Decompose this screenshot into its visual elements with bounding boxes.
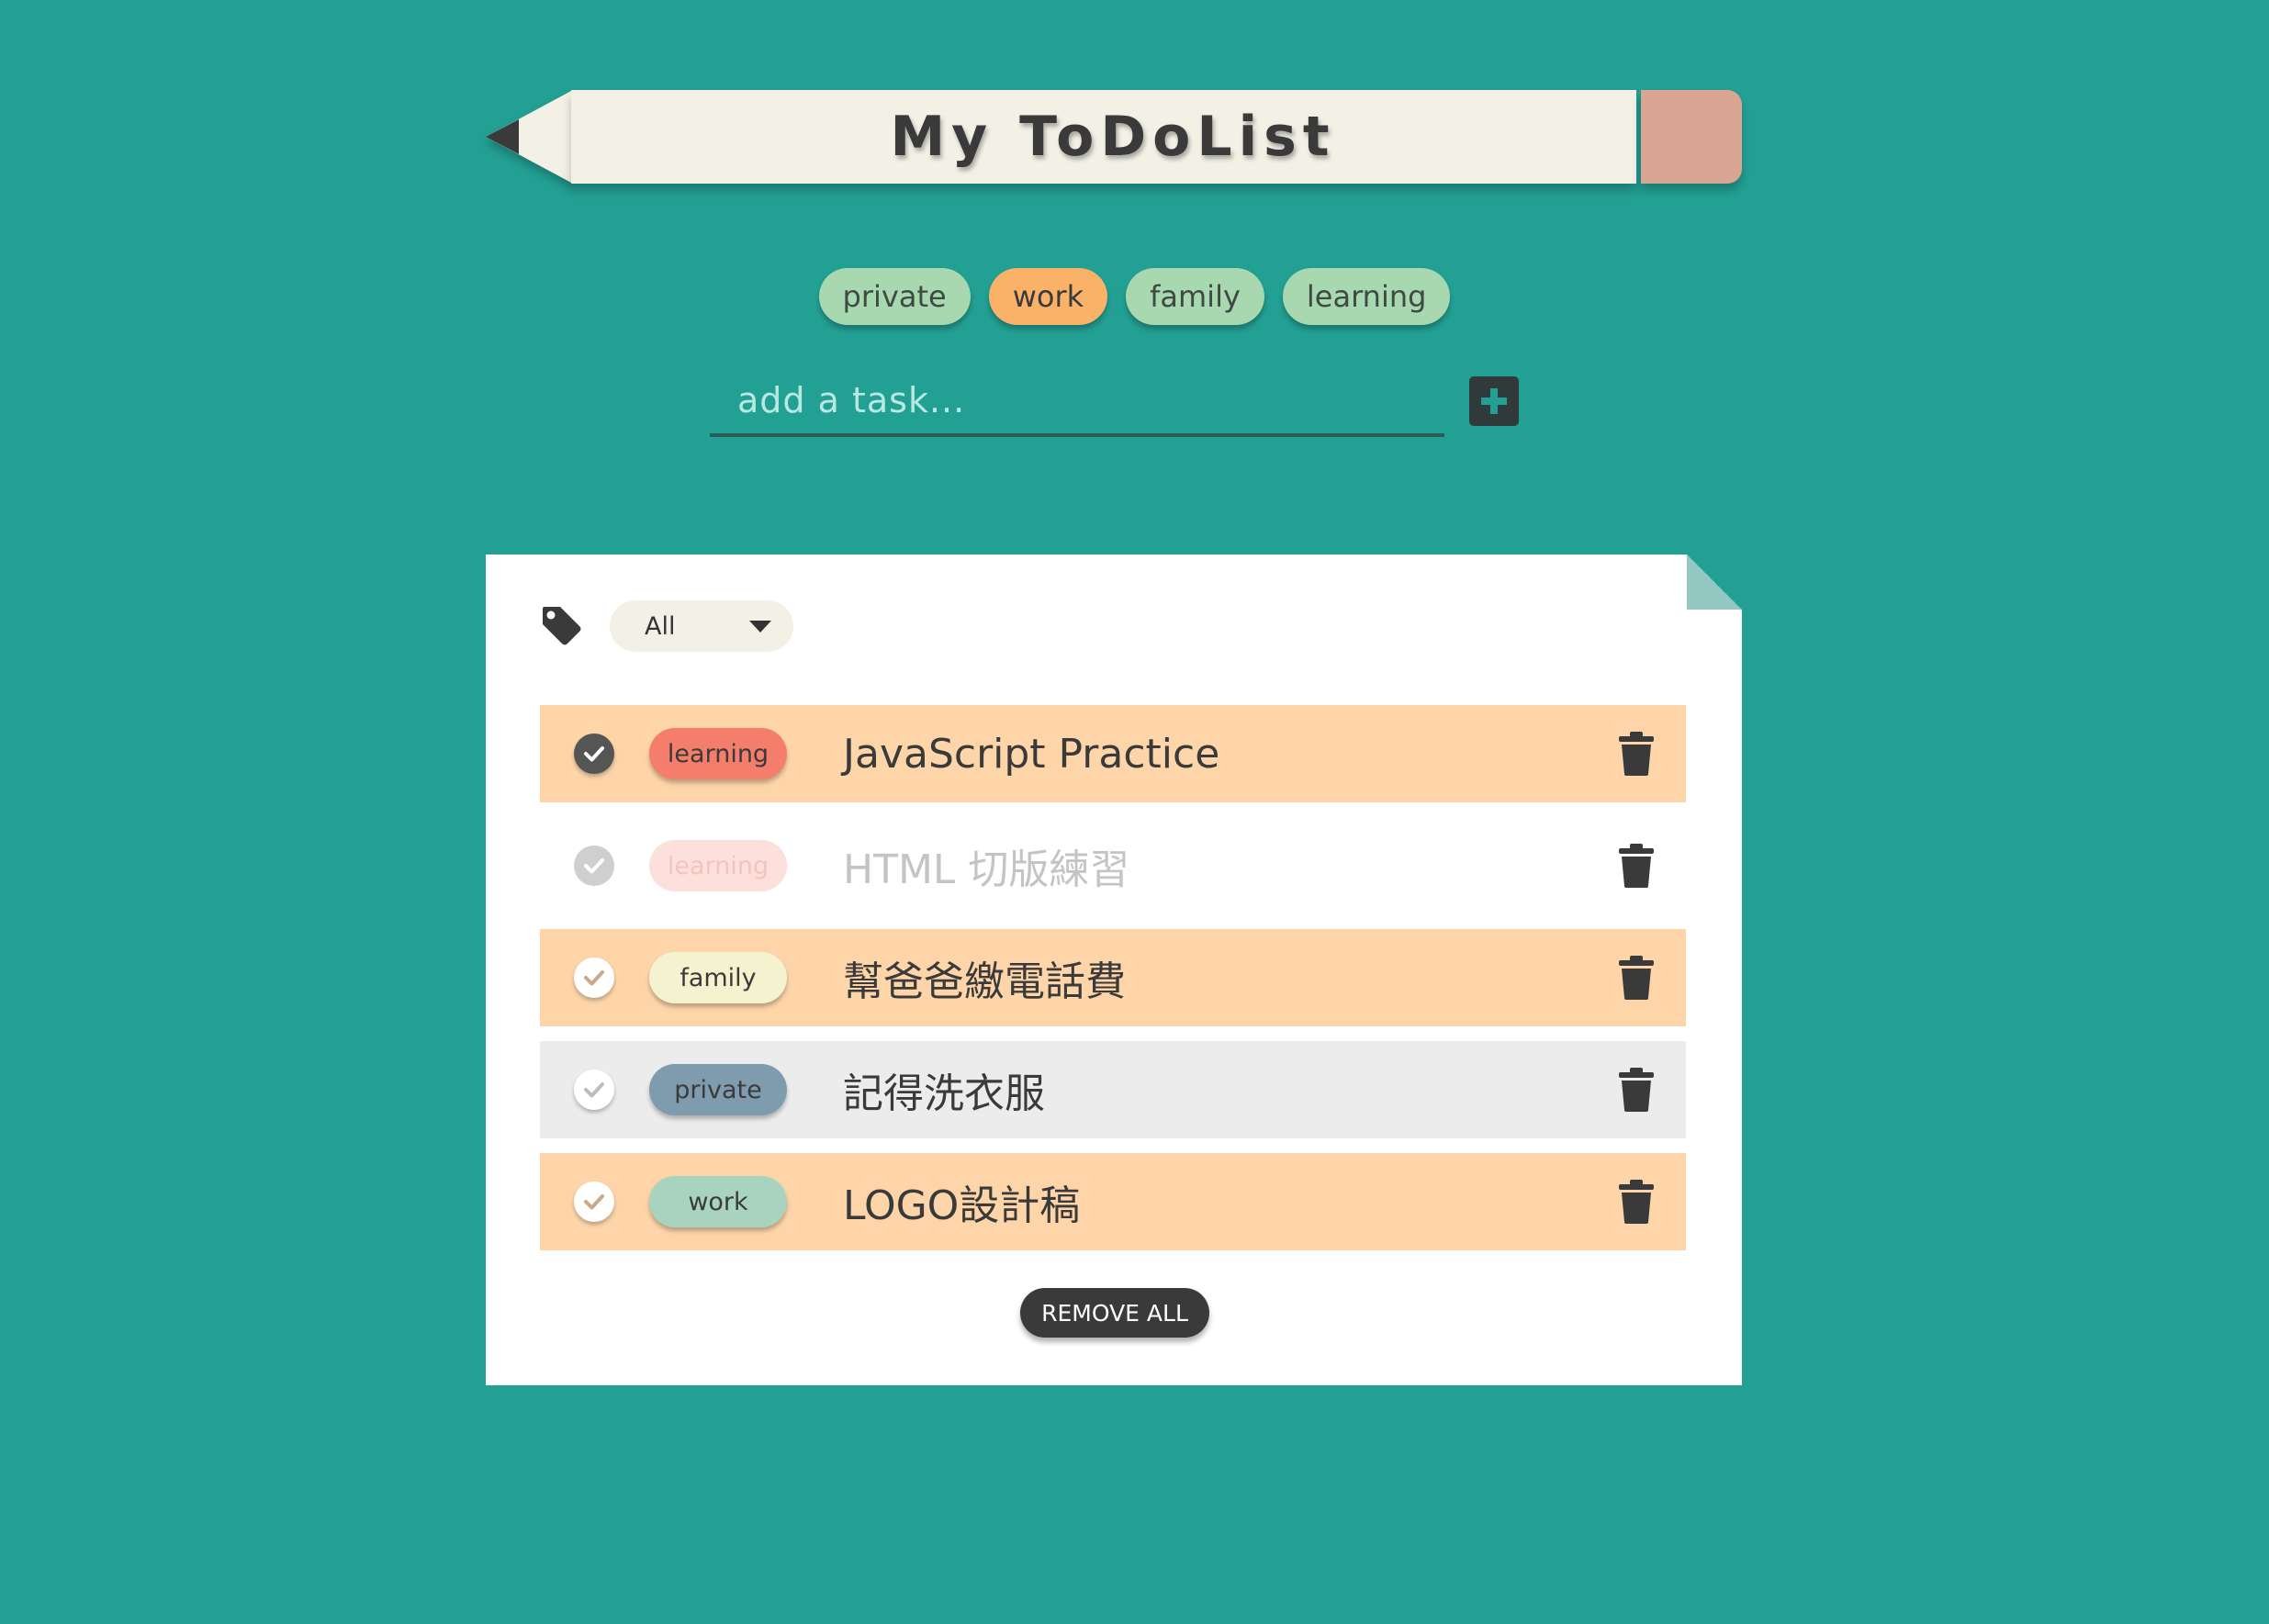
trash-icon[interactable] [1618,1068,1655,1112]
task-row: private 記得洗衣服 [540,1041,1686,1138]
task-tag-badge: family [649,952,787,1003]
task-card: All learning JavaScript Practice learnin… [486,554,1742,1385]
pencil-body: My ToDoList [571,90,1636,184]
page-fold [1687,554,1742,610]
task-checkbox[interactable] [574,846,614,886]
check-icon [584,746,604,762]
task-tag-badge: private [649,1064,787,1115]
category-tag-family[interactable]: family [1126,268,1264,325]
trash-icon[interactable] [1618,1180,1655,1224]
task-row: family 幫爸爸繳電話費 [540,929,1686,1026]
pencil-lead [486,119,519,154]
task-list: learning JavaScript Practice learning HT… [540,705,1686,1265]
check-icon [584,1082,604,1098]
task-tag-badge: learning [649,840,787,891]
pencil-eraser [1641,90,1742,184]
task-text: JavaScript Practice [843,730,1220,778]
task-row: learning HTML 切版練習 [540,817,1686,914]
check-icon [584,1194,604,1210]
tag-icon [543,607,581,645]
task-text: LOGO設計稿 [843,1182,1081,1229]
trash-icon[interactable] [1618,956,1655,1000]
tag-filter-value: All [645,611,676,641]
task-checkbox[interactable] [574,958,614,998]
category-tag-private[interactable]: private [818,268,971,325]
task-text: 幫爸爸繳電話費 [843,958,1126,1005]
app-title: My ToDoList [890,105,1336,169]
check-icon [584,970,604,986]
trash-icon[interactable] [1618,732,1655,776]
add-task-input[interactable] [710,379,1444,421]
task-text: 記得洗衣服 [843,1070,1045,1117]
task-checkbox[interactable] [574,1182,614,1222]
task-checkbox[interactable] [574,1070,614,1110]
filter-row: All [540,600,793,652]
task-row: work LOGO設計稿 [540,1153,1686,1250]
trash-icon[interactable] [1618,844,1655,888]
remove-all-button[interactable]: REMOVE ALL [1020,1288,1209,1338]
app-header: My ToDoList [486,90,1742,184]
category-tag-learning[interactable]: learning [1282,268,1451,325]
check-icon [584,858,604,874]
task-tag-badge: learning [649,728,787,779]
task-text: HTML 切版練習 [843,846,1130,893]
add-task-button[interactable] [1469,376,1519,426]
task-checkbox[interactable] [574,734,614,774]
task-row: learning JavaScript Practice [540,705,1686,802]
task-tag-badge: work [649,1176,787,1227]
category-tag-chooser: private work family learning [0,268,2269,325]
chevron-down-icon [749,620,771,633]
category-tag-work[interactable]: work [988,268,1108,325]
plus-icon [1481,388,1507,414]
tag-filter-select[interactable]: All [610,600,793,652]
add-task-field [710,367,1444,437]
